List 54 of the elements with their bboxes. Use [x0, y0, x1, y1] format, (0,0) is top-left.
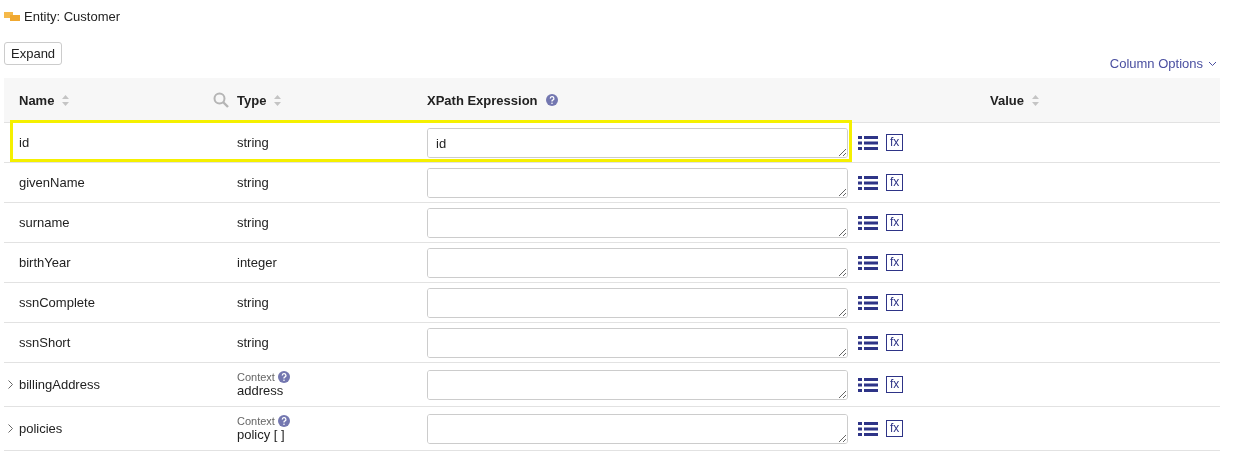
- xpath-input[interactable]: [427, 327, 848, 358]
- list-icon[interactable]: [858, 254, 878, 271]
- list-icon[interactable]: [858, 294, 878, 311]
- column-header[interactable]: Type: [237, 92, 267, 108]
- function-button[interactable]: fx: [886, 214, 904, 231]
- context-label: Context: [237, 371, 275, 383]
- column-options-link[interactable]: Column Options: [1109, 56, 1217, 71]
- list-icon[interactable]: [858, 214, 878, 231]
- field-type: policy [ ]: [237, 427, 285, 442]
- xpath-input[interactable]: [427, 207, 848, 238]
- function-button[interactable]: fx: [886, 334, 904, 351]
- entity-title: Entity: Customer: [24, 8, 121, 24]
- xpath-input[interactable]: [427, 369, 848, 400]
- list-icon[interactable]: [858, 334, 878, 351]
- function-button[interactable]: fx: [886, 134, 904, 151]
- field-name: ssnComplete: [19, 295, 95, 310]
- field-type: string: [237, 295, 269, 310]
- help-icon[interactable]: [277, 371, 290, 383]
- expand-button[interactable]: Expand: [4, 42, 63, 65]
- chevron-down-icon[interactable]: [1208, 60, 1217, 67]
- field-name: policies: [19, 421, 63, 436]
- list-icon[interactable]: [858, 174, 878, 191]
- list-icon[interactable]: [858, 376, 878, 393]
- field-name: surname: [19, 215, 70, 230]
- column-header[interactable]: Value: [990, 92, 1024, 108]
- field-name: givenName: [19, 175, 85, 190]
- field-type: string: [237, 215, 269, 230]
- xpath-input[interactable]: [427, 167, 848, 198]
- field-name: billingAddress: [19, 377, 100, 392]
- field-name: birthYear: [19, 255, 71, 270]
- xpath-input[interactable]: [427, 287, 848, 318]
- help-icon[interactable]: [277, 415, 290, 427]
- xpath-input[interactable]: [427, 247, 848, 278]
- field-type: string: [237, 135, 269, 150]
- function-button[interactable]: fx: [886, 294, 904, 311]
- help-icon[interactable]: [545, 94, 558, 106]
- field-type: string: [237, 175, 269, 190]
- function-button[interactable]: fx: [886, 376, 904, 393]
- function-button[interactable]: fx: [886, 174, 904, 191]
- field-name: id: [19, 135, 30, 150]
- field-type: address: [237, 383, 284, 398]
- list-icon[interactable]: [858, 420, 878, 437]
- column-header[interactable]: Name: [19, 92, 55, 108]
- function-button[interactable]: fx: [886, 254, 904, 271]
- field-type: string: [237, 335, 269, 350]
- xpath-input[interactable]: id: [427, 127, 848, 158]
- xpath-input[interactable]: [427, 413, 848, 444]
- column-header: XPath Expression: [427, 92, 538, 108]
- entity-icon: [4, 10, 20, 22]
- context-label: Context: [237, 415, 275, 427]
- field-name: ssnShort: [19, 335, 71, 350]
- field-type: integer: [237, 255, 277, 270]
- list-icon[interactable]: [858, 134, 878, 151]
- function-button[interactable]: fx: [886, 420, 904, 437]
